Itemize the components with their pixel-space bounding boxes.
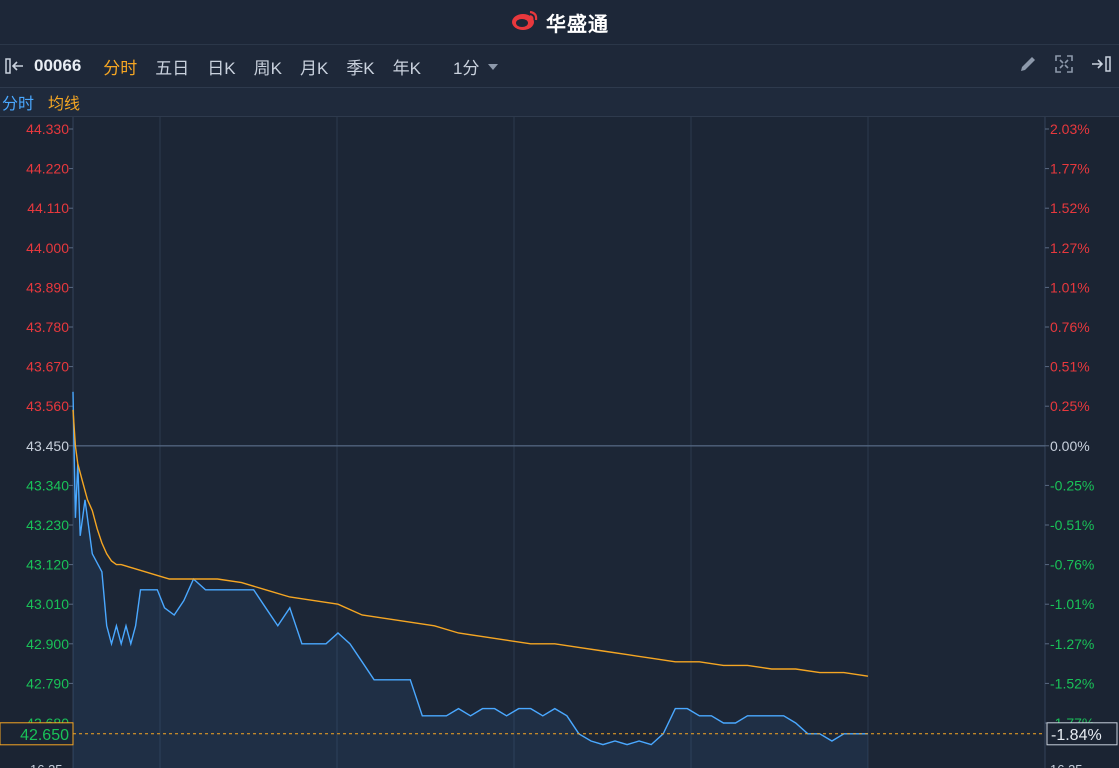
brand-name: 华盛通: [546, 13, 609, 36]
y-tick-label-right: -0.51%: [1050, 517, 1094, 533]
y-tick-label-right: -0.76%: [1050, 557, 1094, 573]
tab-five-day[interactable]: 五日: [155, 54, 189, 79]
title-bar: 华盛通: [0, 0, 1119, 45]
tab-weekly-k[interactable]: 周K: [254, 54, 282, 79]
y-tick-label-left: 43.670: [26, 359, 69, 375]
y-tick-label-right: 0.76%: [1050, 319, 1090, 335]
current-pct-label: -1.84%: [1051, 727, 1102, 744]
y-tick-label-left: 44.110: [27, 200, 69, 216]
chevron-down-icon: [487, 56, 499, 76]
y-tick-label-left: 43.010: [26, 596, 69, 612]
y-tick-label-left: 43.230: [26, 517, 69, 533]
bottom-right-label: 16.35: [1050, 762, 1083, 768]
y-tick-label-right: 0.25%: [1050, 398, 1090, 414]
intraday-chart[interactable]: 44.330 44.220 44.110 44.000 43.890 43.780 43.6…: [0, 117, 1119, 768]
y-tick-label-left: 42.900: [26, 636, 69, 652]
tab-yearly-k[interactable]: 年K: [393, 54, 421, 79]
legend-price: 分时: [2, 96, 35, 113]
current-price-label: 42.650: [20, 727, 69, 744]
y-tick-label-right: 2.03%: [1050, 121, 1090, 137]
brand: 华盛通: [510, 8, 609, 37]
y-tick-label-left: 44.330: [26, 121, 69, 137]
period-select[interactable]: 1分: [453, 54, 499, 79]
legend-average: 均线: [48, 96, 81, 113]
tab-monthly-k[interactable]: 月K: [300, 54, 328, 79]
period-value: 1分: [453, 58, 480, 78]
tab-intraday[interactable]: 分时: [103, 54, 137, 79]
y-tick-label-left: 43.450: [26, 438, 69, 454]
bottom-left-label: 16.35: [30, 762, 63, 768]
y-tick-label-left: 44.220: [26, 161, 69, 177]
brand-logo-icon: [510, 8, 540, 37]
y-tick-label-left: 43.120: [26, 557, 69, 573]
tab-quarterly-k[interactable]: 季K: [346, 54, 374, 79]
y-tick-label-left: 43.340: [26, 477, 69, 493]
collapse-left-icon[interactable]: [4, 56, 28, 76]
y-tick-label-right: 0.00%: [1050, 438, 1090, 454]
y-tick-label-right: 0.51%: [1050, 359, 1090, 375]
y-tick-label-right: 1.01%: [1050, 279, 1090, 295]
y-tick-label-left: 44.000: [26, 240, 69, 256]
y-tick-label-right: -1.52%: [1050, 675, 1094, 691]
pencil-icon[interactable]: [1017, 53, 1039, 80]
y-tick-label-left: 42.790: [26, 675, 69, 691]
y-tick-label-right: 1.77%: [1050, 161, 1090, 177]
stock-code: 00066: [34, 56, 82, 75]
y-tick-label-right: 1.27%: [1050, 240, 1090, 256]
y-tick-label-right: -0.25%: [1050, 477, 1094, 493]
toolbar: 00066 分时 五日 日K 周K 月K 季K 年K 1分: [0, 45, 1119, 88]
y-tick-label-right: 1.52%: [1050, 200, 1090, 216]
y-tick-label-left: 43.890: [26, 279, 69, 295]
y-tick-label-left: 43.560: [26, 398, 69, 414]
collapse-right-icon[interactable]: [1089, 54, 1113, 79]
y-tick-label-right: -1.27%: [1050, 636, 1094, 652]
y-tick-label-left: 43.780: [26, 319, 69, 335]
tab-daily-k[interactable]: 日K: [207, 54, 235, 79]
legend-bar: 分时 均线: [0, 88, 1119, 117]
y-tick-label-right: -1.01%: [1050, 596, 1094, 612]
fullscreen-icon[interactable]: [1053, 53, 1075, 80]
